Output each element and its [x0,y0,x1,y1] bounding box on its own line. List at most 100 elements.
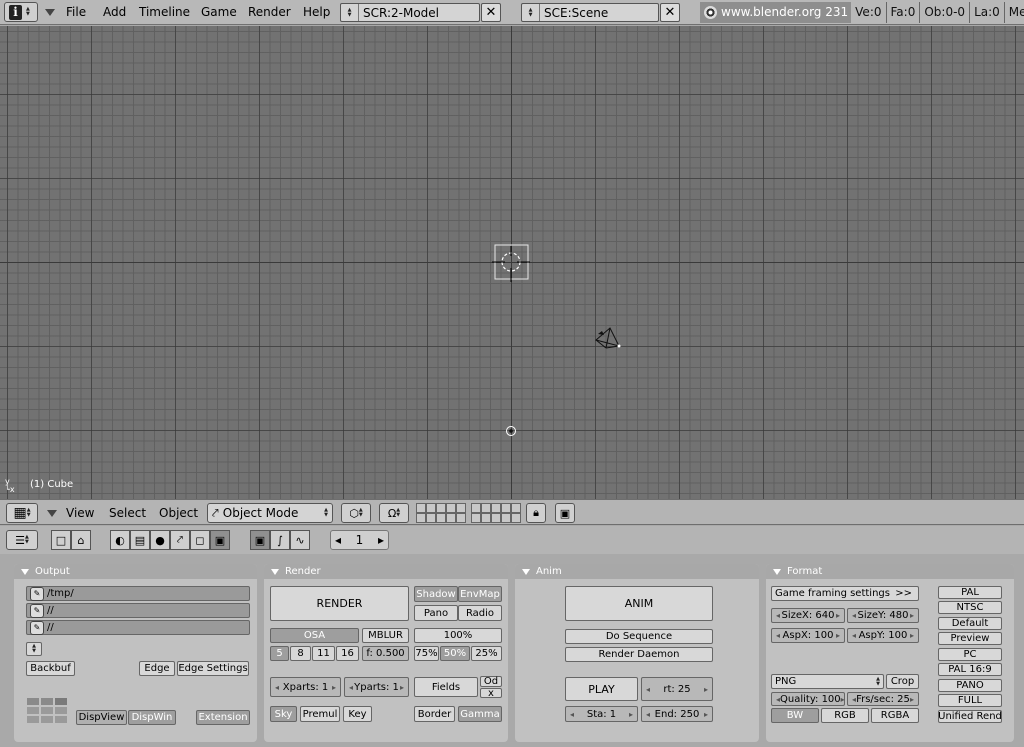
size-75-button[interactable]: 75% [414,646,439,661]
preset-pal169-button[interactable]: PAL 16:9 [938,663,1002,676]
anim-button[interactable]: ANIM [565,586,713,621]
shadow-button[interactable]: Shadow [414,586,458,602]
envmap-button[interactable]: EnvMap [458,586,502,602]
anim-panel-header[interactable]: Anim [515,564,759,579]
increment-arrow-icon[interactable]: ▸ [910,611,914,620]
dispview-button[interactable]: DispView [76,710,127,725]
decrement-arrow-icon[interactable]: ◂ [349,683,353,692]
scene-context-button[interactable]: ▣ [210,530,230,550]
layer-button[interactable] [416,503,426,513]
layer-button[interactable] [446,513,456,523]
layer-buttons-group-2[interactable] [471,503,521,523]
collapse-triangle-icon[interactable] [271,568,279,575]
increment-arrow-icon[interactable]: ▸ [400,683,404,692]
game-framing-button[interactable]: Game framing settings >> [771,586,919,601]
editor-type-selector[interactable]: ▦ ▲ ▼ [6,503,38,523]
layer-button[interactable] [481,503,491,513]
output-panel-header[interactable]: Output [14,564,257,579]
osa-16-button[interactable]: 16 [336,646,359,661]
osa-11-button[interactable]: 11 [312,646,335,661]
layer-button[interactable] [416,513,426,523]
backbuf-button[interactable]: Backbuf [26,661,75,676]
collapse-triangle-icon[interactable] [21,568,29,575]
output-path-field[interactable]: ✎ /tmp/ [26,586,250,601]
preset-preview-button[interactable]: Preview [938,632,1002,645]
preset-unified-render-button[interactable]: Unified Rend [938,710,1002,723]
decrement-arrow-icon[interactable]: ◂ [570,710,574,719]
increment-arrow-icon[interactable]: ▸ [378,533,384,547]
layer-button[interactable] [511,503,521,513]
playback-rate-field[interactable]: ◂ rt: 25 ▸ [641,677,713,701]
osa-8-button[interactable]: 8 [290,646,311,661]
border-button[interactable]: Border [414,706,455,722]
pano-button[interactable]: Pano [414,605,458,621]
layer-button[interactable] [501,503,511,513]
mode-selector[interactable]: ⤤ Object Mode ▲ ▼ [207,503,333,523]
editor-type-selector[interactable]: ☰ ▲ ▼ [6,530,38,550]
delete-scene-button[interactable]: ✕ [660,3,680,22]
render-panel-header[interactable]: Render [264,564,508,579]
collapse-triangle-icon[interactable] [522,568,530,575]
layer-button[interactable] [471,513,481,523]
rgba-button[interactable]: RGBA [871,708,919,723]
rgb-button[interactable]: RGB [821,708,869,723]
lamp-object[interactable] [506,426,516,436]
layer-button[interactable] [426,503,436,513]
menu-object[interactable]: Object [159,500,198,526]
edge-settings-button[interactable]: Edge Settings [177,661,249,676]
menu-select[interactable]: Select [109,500,146,526]
menu-view[interactable]: View [66,500,94,526]
folder-icon[interactable]: ✎ [30,603,44,618]
collapse-menu-icon[interactable] [47,510,57,517]
sizey-field[interactable]: ◂ SizeY: 480 ▸ [847,608,919,623]
preset-pal-button[interactable]: PAL [938,586,1002,599]
quality-field[interactable]: ◂ Quality: 100 ▸ [771,692,845,706]
collapse-triangle-icon[interactable] [773,568,781,575]
sizex-field[interactable]: ◂ SizeX: 640 ▸ [771,608,845,623]
layer-button[interactable] [446,503,456,513]
menu-help[interactable]: Help [303,0,330,25]
layer-buttons-group-1[interactable] [416,503,466,523]
3d-viewport[interactable]: y └x (1) Cube [0,26,1024,499]
increment-arrow-icon[interactable]: ▸ [910,695,914,704]
layer-button[interactable] [456,503,466,513]
shading-context-button[interactable]: ● [150,530,170,550]
display-layout-icon[interactable] [27,698,67,723]
layer-button[interactable] [491,513,501,523]
lock-layers-button[interactable]: 🔒︎ [526,503,546,523]
start-frame-field[interactable]: ◂ Sta: 1 ▸ [565,706,638,722]
layer-button[interactable] [501,513,511,523]
folder-icon[interactable]: ✎ [30,586,44,601]
layer-button[interactable] [456,513,466,523]
size-50-button[interactable]: 50% [440,646,470,661]
collapse-menu-icon[interactable] [45,9,55,16]
render-daemon-button[interactable]: Render Daemon [565,647,713,662]
scene-selector[interactable]: ▲ ▼ SCE:Scene [521,3,659,22]
file-format-selector[interactable]: PNG ▲ ▼ [771,674,884,689]
increment-arrow-icon[interactable]: ▸ [841,695,845,704]
menu-file[interactable]: File [66,0,86,25]
screen-selector[interactable]: ▲ ▼ SCR:2-Model [340,3,480,22]
yparts-field[interactable]: ◂ Yparts: 1 ▸ [344,677,409,697]
sky-button[interactable]: Sky [270,706,297,722]
script-context-button[interactable]: ▤ [130,530,150,550]
fullscreen-button[interactable]: □ [51,530,71,550]
decrement-arrow-icon[interactable]: ◂ [852,611,856,620]
aspy-field[interactable]: ◂ AspY: 100 ▸ [847,628,919,643]
decrement-arrow-icon[interactable]: ◂ [646,710,650,719]
decrement-arrow-icon[interactable]: ◂ [852,631,856,640]
filter-size-field[interactable]: f: 0.500 [362,646,409,661]
updown-arrows-icon[interactable]: ▲ ▼ [341,4,359,21]
extension-button[interactable]: Extension [196,710,250,725]
layer-button[interactable] [471,503,481,513]
xparts-field[interactable]: ◂ Xparts: 1 ▸ [270,677,341,697]
layer-button[interactable] [511,513,521,523]
increment-arrow-icon[interactable]: ▸ [836,611,840,620]
preset-pc-button[interactable]: PC [938,648,1002,661]
decrement-arrow-icon[interactable]: ◂ [335,533,341,547]
sound-buttons-button[interactable]: ∿ [290,530,310,550]
delete-screen-button[interactable]: ✕ [481,3,501,22]
image-type-selector[interactable]: ▲ ▼ [26,642,42,656]
premul-button[interactable]: Premul [300,706,340,722]
menu-timeline[interactable]: Timeline [139,0,190,25]
